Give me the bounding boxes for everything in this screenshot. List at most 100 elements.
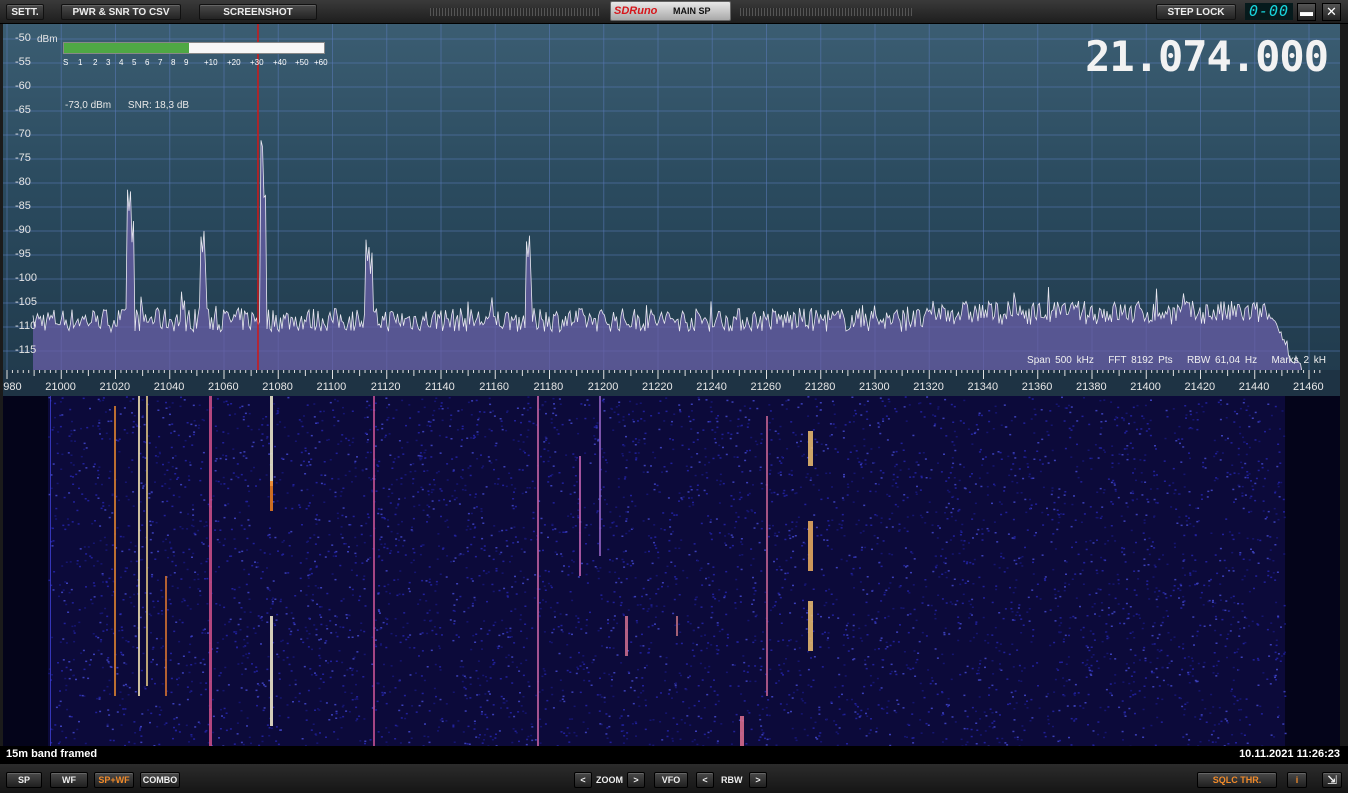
waterfall-panel[interactable] — [3, 396, 1340, 746]
waterfall-noise — [607, 619, 609, 621]
waterfall-noise — [172, 737, 174, 740]
waterfall-noise — [807, 684, 810, 686]
waterfall-noise — [464, 677, 467, 679]
waterfall-noise — [941, 573, 944, 575]
waterfall-noise — [898, 523, 901, 525]
waterfall-noise — [940, 427, 943, 430]
waterfall-noise — [129, 400, 132, 402]
waterfall-noise — [358, 599, 361, 602]
waterfall-noise — [647, 535, 650, 537]
waterfall-noise — [366, 416, 369, 418]
waterfall-noise — [469, 528, 472, 530]
waterfall-noise — [1111, 454, 1114, 456]
step-lock-button[interactable]: STEP LOCK — [1156, 4, 1236, 20]
waterfall-noise — [964, 671, 967, 674]
waterfall-noise — [361, 469, 364, 472]
waterfall-noise — [885, 641, 888, 644]
waterfall-noise — [560, 629, 563, 631]
waterfall-noise — [190, 735, 193, 738]
waterfall-noise — [1225, 417, 1228, 419]
waterfall-noise — [1152, 576, 1155, 578]
waterfall-noise — [1277, 443, 1280, 445]
waterfall-noise — [510, 484, 513, 486]
waterfall-noise — [423, 679, 426, 682]
waterfall-noise — [1003, 490, 1006, 492]
waterfall-noise — [663, 605, 666, 607]
spectrum-panel[interactable]: S 1 2 3 4 5 6 7 8 9 +10 +20 +30 +40 +50 +60 -73,0 dBm S… — [3, 24, 1340, 396]
waterfall-noise — [241, 673, 244, 676]
waterfall-noise — [461, 428, 464, 430]
waterfall-noise — [988, 420, 991, 423]
waterfall-noise — [918, 640, 921, 643]
waterfall-noise — [737, 516, 740, 518]
waterfall-noise — [345, 437, 348, 440]
waterfall-noise — [561, 555, 564, 558]
screenshot-button[interactable]: SCREENSHOT — [199, 4, 317, 20]
waterfall-noise — [718, 600, 721, 602]
waterfall-noise — [550, 686, 553, 689]
waterfall-noise — [972, 537, 974, 539]
waterfall-noise — [899, 624, 901, 626]
waterfall-noise — [1276, 571, 1279, 573]
frequency-display[interactable]: 21.074.000 — [1085, 32, 1329, 81]
waterfall-noise — [574, 475, 577, 477]
waterfall-noise — [880, 637, 883, 639]
waterfall-noise — [863, 685, 866, 688]
waterfall-noise — [762, 631, 764, 633]
waterfall-noise — [1261, 466, 1264, 469]
waterfall-edge — [1285, 396, 1340, 746]
waterfall-noise — [906, 516, 909, 518]
waterfall-noise — [390, 632, 393, 635]
waterfall-noise — [408, 590, 411, 593]
waterfall-noise — [1100, 427, 1103, 429]
title-grip[interactable] — [430, 8, 600, 16]
waterfall-noise — [613, 672, 616, 674]
waterfall-noise — [1089, 673, 1092, 675]
waterfall-noise — [1013, 536, 1016, 538]
waterfall-noise — [1079, 705, 1082, 707]
title-grip-right[interactable] — [740, 8, 912, 16]
waterfall-noise — [896, 631, 899, 633]
waterfall-noise — [347, 439, 350, 442]
waterfall-noise — [1273, 521, 1276, 523]
waterfall-plot[interactable] — [3, 396, 1340, 746]
waterfall-noise — [450, 438, 453, 440]
waterfall-noise — [794, 492, 797, 495]
waterfall-noise — [176, 678, 178, 681]
waterfall-noise — [346, 617, 348, 619]
waterfall-noise — [895, 711, 898, 714]
waterfall-noise — [1158, 590, 1161, 592]
waterfall-noise — [1001, 737, 1004, 740]
waterfall-noise — [589, 462, 592, 464]
pwr-snr-csv-button[interactable]: PWR & SNR TO CSV — [61, 4, 181, 20]
waterfall-noise — [951, 603, 954, 605]
waterfall-noise — [864, 659, 866, 661]
waterfall-noise — [729, 420, 732, 422]
waterfall-noise — [900, 442, 903, 445]
waterfall-noise — [1073, 694, 1076, 697]
waterfall-noise — [815, 415, 818, 417]
waterfall-noise — [903, 527, 906, 529]
waterfall-noise — [575, 626, 578, 629]
waterfall-noise — [213, 668, 216, 670]
waterfall-noise — [526, 578, 529, 581]
waterfall-noise — [1229, 630, 1232, 632]
waterfall-noise — [1053, 508, 1056, 511]
minimize-icon[interactable]: ▬ — [1297, 3, 1316, 21]
waterfall-noise — [859, 463, 862, 466]
waterfall-noise — [1257, 469, 1260, 472]
waterfall-noise — [273, 476, 276, 478]
waterfall-noise — [441, 419, 444, 422]
waterfall-noise — [865, 524, 868, 526]
waterfall-noise — [431, 500, 434, 502]
close-icon[interactable]: ✕ — [1322, 3, 1341, 21]
waterfall-noise — [698, 700, 700, 702]
waterfall-noise — [368, 477, 371, 479]
waterfall-noise — [1047, 693, 1050, 695]
waterfall-noise — [223, 516, 226, 519]
waterfall-noise — [136, 425, 139, 427]
waterfall-noise — [277, 743, 280, 746]
settings-button[interactable]: SETT. — [6, 4, 44, 20]
waterfall-noise — [534, 574, 537, 576]
waterfall-noise — [1244, 641, 1247, 644]
